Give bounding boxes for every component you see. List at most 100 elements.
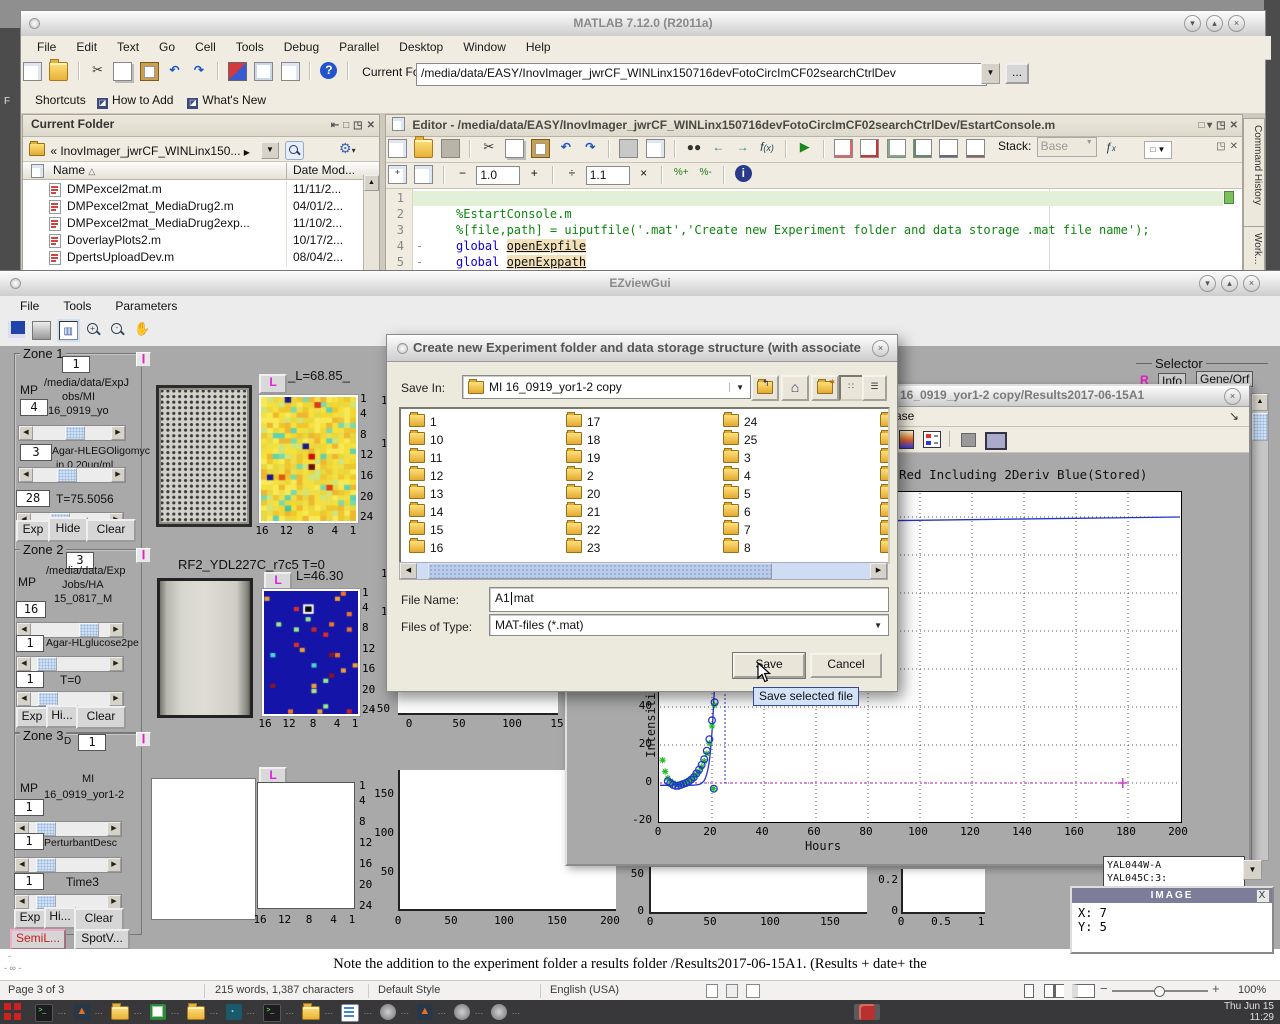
file-name-input[interactable]: A1mat [489,587,889,612]
slider-left-icon[interactable]: ◀ [19,468,33,482]
taskbar-overflow-dots[interactable]: … [209,1006,218,1016]
divide-value-field[interactable]: 1.1 [586,166,630,185]
grid-view-toggle[interactable]: ∷ [839,375,864,401]
editor-view-icon[interactable]: □ ▾ [1198,120,1212,131]
find-icon[interactable]: ●● [685,139,702,156]
table-row[interactable]: DoverlayPlots2.m10/17/2... [23,232,379,249]
table-row[interactable]: DMPexcel2mat.m11/11/2... [23,181,379,198]
file-name[interactable]: DMPexcel2mat.m [67,182,162,196]
step-out-icon[interactable] [939,139,958,158]
chevron-down-icon[interactable]: ▼ [868,621,888,630]
zoom-in-icon[interactable]: + [1212,981,1220,996]
scrollbar-thumb[interactable] [1252,413,1268,441]
folder-item[interactable]: 2 [566,468,594,484]
folder-item[interactable]: 12 [409,468,443,484]
app-launcher-icon[interactable] [4,1003,22,1021]
taskbar-item-folder[interactable] [111,1006,129,1020]
chevron-down-icon[interactable]: ▼ [729,383,750,392]
menu-tools[interactable]: Tools [51,296,103,315]
folder-list[interactable]: 1101112131415161718192202122232425345678 [399,407,890,564]
slider-left-icon[interactable]: ◀ [17,657,31,671]
slider-left-icon[interactable]: ◀ [15,895,29,909]
zone-index-field[interactable]: 1 [62,356,90,373]
taskbar-clock[interactable]: Thu Jun 1511:29 [1224,1001,1274,1023]
zone-info-icon[interactable]: ❙ [136,548,151,563]
book-view-icon[interactable] [1072,984,1095,998]
scroll-up-icon[interactable]: ▲ [364,175,379,191]
slider-right-icon[interactable]: ▶ [111,426,125,440]
slider-right-icon[interactable]: ▶ [109,657,123,671]
print-icon[interactable] [619,139,638,158]
media-count-field[interactable]: 3 [20,444,52,461]
slider-thumb[interactable] [65,426,85,440]
panel-close-icon[interactable]: ✕ [367,120,375,131]
close-button[interactable]: × [1243,275,1260,292]
writer-doc-text[interactable]: Note the addition to the experiment fold… [250,956,1010,973]
folder-item[interactable] [880,522,890,538]
shortcut-item[interactable]: ◪How to Add [97,93,173,109]
paste-icon[interactable] [531,139,550,158]
slider-thumb[interactable] [36,858,56,872]
menu-window[interactable]: Window [453,36,516,57]
mp-count-field[interactable]: 16 [16,601,46,618]
close-button[interactable]: × [872,340,889,357]
copy-icon[interactable] [505,139,524,158]
taskbar-overflow-dots[interactable]: … [400,1006,409,1016]
folder-item[interactable] [880,540,890,556]
resize-corner-icon[interactable]: ↘ [1229,409,1239,423]
panel-pin-icon[interactable]: ⇤ [331,120,339,131]
zone-index-field[interactable]: 1 [78,734,106,751]
editor-undock-icon[interactable]: ◳ [1216,120,1225,131]
cut-icon[interactable]: ✂ [480,139,497,156]
cut-icon[interactable]: ✂ [89,62,106,79]
menu-parameters[interactable]: Parameters [103,296,189,315]
slider-thumb[interactable] [79,623,99,637]
menu-debug[interactable]: Debug [274,36,329,57]
taskbar-overflow-dots[interactable]: … [324,1006,333,1016]
folder-item[interactable]: 7 [723,522,751,538]
close-button[interactable]: × [1228,15,1245,32]
folder-item[interactable]: 20 [566,486,600,502]
folder-item[interactable]: 3 [723,450,751,466]
folder-item[interactable]: 15 [409,522,443,538]
zoom-in-icon[interactable]: + [85,321,102,338]
folder-item[interactable] [880,486,890,502]
media-count-field[interactable]: 1 [16,635,44,652]
folder-item[interactable]: 16 [409,540,443,556]
taskbar-item-calc[interactable] [150,1004,166,1020]
folder-list-hscrollbar[interactable]: ◀ ▶ [399,562,888,580]
taskbar-item-matlab[interactable]: ▲ [417,1004,433,1020]
taskbar-overflow-dots[interactable]: … [57,1006,66,1016]
scrollbar-thumb[interactable] [428,563,772,579]
name-column-header[interactable]: Name △ [53,163,95,177]
window-menu-dot[interactable] [10,278,21,289]
maximize-button[interactable]: ▴ [1206,15,1223,32]
menu-parallel[interactable]: Parallel [329,36,389,57]
help-icon[interactable]: ? [320,62,337,79]
time-count-field[interactable]: 28 [16,490,50,507]
zone-info-icon[interactable]: ❙ [136,732,151,747]
gene-list-item[interactable]: YAL045C:3: [1107,872,1244,885]
folder-item[interactable]: 6 [723,504,751,520]
slider-left-icon[interactable]: ◀ [19,426,33,440]
dialog-titlebar[interactable]: Create new Experiment folder and data st… [387,335,897,362]
table-row[interactable]: DpertsUploadDev.m08/04/2... [23,249,379,266]
close-icon[interactable]: X [1256,889,1270,903]
colormap-editor-icon[interactable] [923,431,941,448]
up-one-level-button[interactable]: ↰ [751,375,779,401]
open-file-icon[interactable] [49,62,68,81]
file-type-column-icon[interactable] [31,164,44,178]
path-dropdown-icon[interactable]: ▼ [261,142,279,159]
zoom-out-icon[interactable]: - [109,321,126,338]
editor-close-icon[interactable]: ✕ [1230,120,1238,131]
hide-button[interactable]: Hide [48,517,88,542]
date-column-header[interactable]: Date Mod... [286,163,355,179]
slider-track[interactable] [33,468,111,482]
gene-list-dropdown-icon[interactable]: ▼ [1243,860,1262,880]
window-menu-dot[interactable] [29,18,40,29]
taskbar-overflow-dots[interactable]: … [246,1006,255,1016]
menu-help[interactable]: Help [516,36,561,57]
run-to-cursor-icon[interactable] [966,139,985,158]
code-editor[interactable]: 12%EstartConsole.m3%[file,path] = uiputf… [386,189,1242,272]
taskbar-overflow-dots[interactable]: … [170,1006,179,1016]
